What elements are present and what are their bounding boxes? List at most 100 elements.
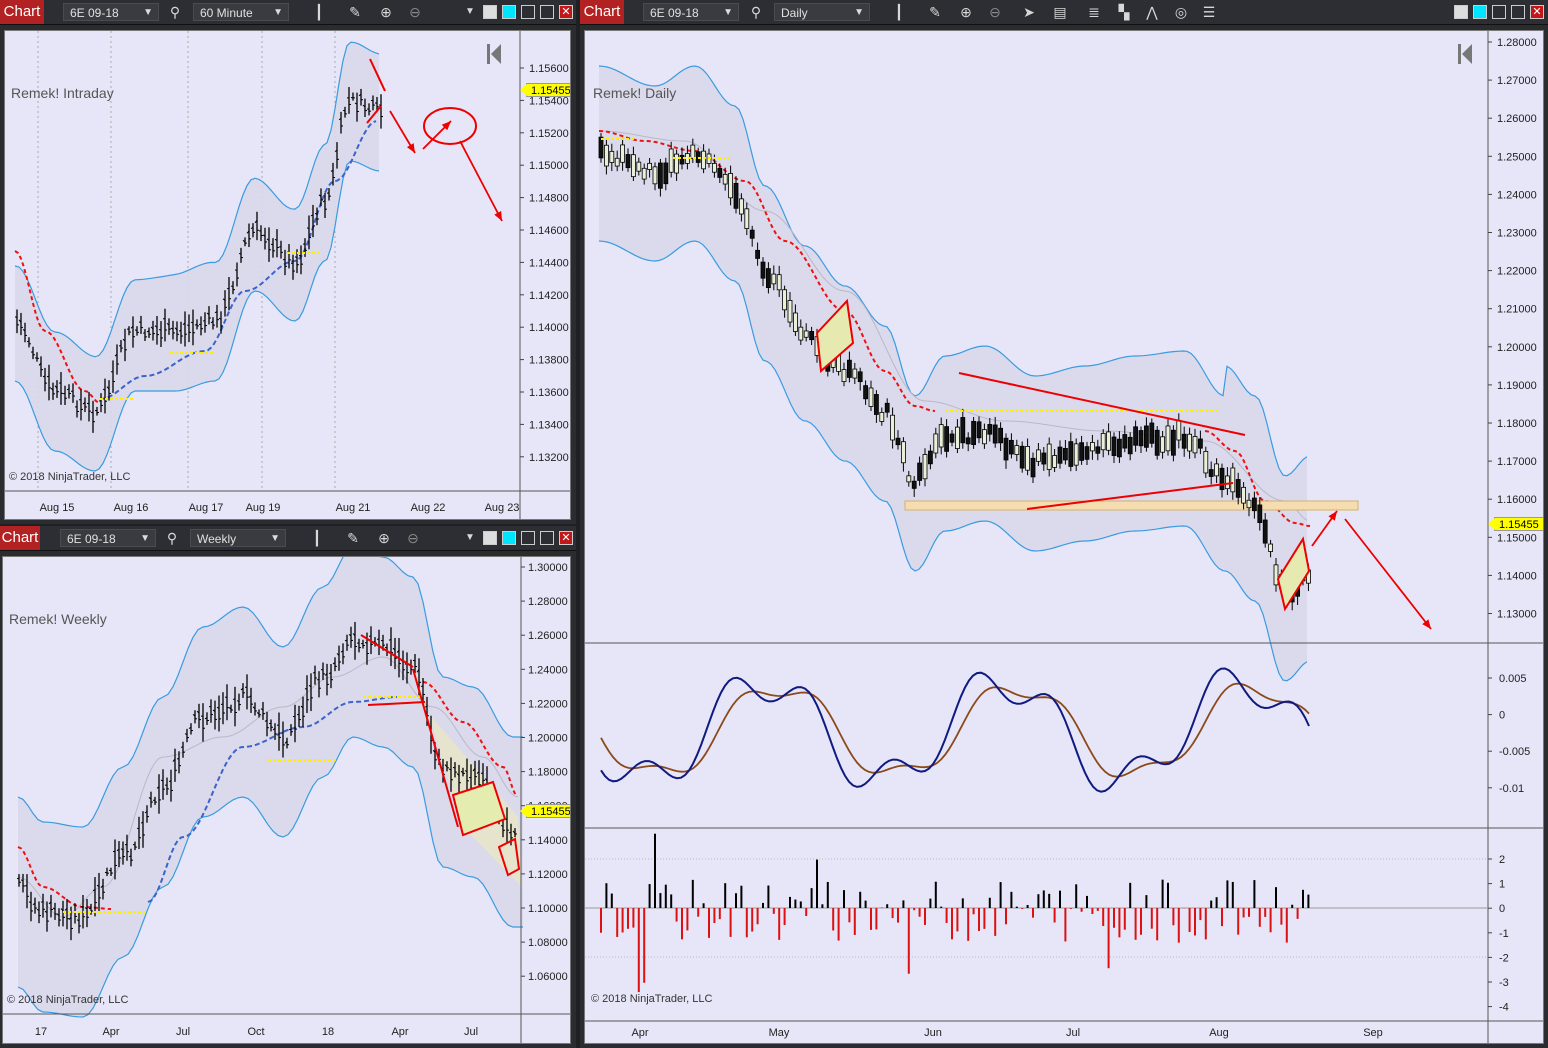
zoom-in-icon[interactable]: ⊕ xyxy=(957,3,975,21)
dropdown-arrow-icon[interactable]: ▼ xyxy=(461,3,479,21)
intraday-chart-tab[interactable]: Chart xyxy=(0,0,44,24)
candle-body xyxy=(965,437,971,445)
close-button[interactable]: ✕ xyxy=(559,531,573,545)
weekly-period-select[interactable]: Weekly ▼ xyxy=(190,529,286,547)
properties-list-icon[interactable]: ☰ xyxy=(1200,3,1218,21)
pointer-icon[interactable]: ➤ xyxy=(1020,3,1038,21)
chart-trader-icon[interactable]: ≣ xyxy=(1085,3,1103,21)
draw-pencil-icon[interactable]: ✎ xyxy=(346,3,364,21)
link-color-icon[interactable] xyxy=(483,531,497,545)
intraday-toolbar: Chart 6E 09-18 ▼ ⚲ 60 Minute ▼ ┃ ✎ ⊕ ⊖ ▼ ✕ xyxy=(0,0,576,25)
strategies-icon[interactable]: ◎ xyxy=(1172,3,1190,21)
search-icon[interactable]: ⚲ xyxy=(163,529,181,547)
zoom-in-icon[interactable]: ⊕ xyxy=(377,3,395,21)
candle-body xyxy=(1019,445,1025,469)
candle-body xyxy=(944,426,950,452)
candle-body xyxy=(1230,467,1236,493)
candle-body xyxy=(1073,443,1079,466)
candle-body xyxy=(1057,446,1063,464)
intraday-y-tick-label: 1.15600 xyxy=(529,63,569,75)
chevron-down-icon: ▼ xyxy=(270,533,280,544)
weekly-price-bar-open xyxy=(500,825,504,827)
draw-pencil-icon[interactable]: ✎ xyxy=(926,3,944,21)
link-color-cyan-icon[interactable] xyxy=(1473,5,1487,19)
candle-body xyxy=(712,162,717,173)
candle-body xyxy=(1219,467,1225,491)
candle-body xyxy=(971,420,977,446)
candle-body xyxy=(1030,457,1036,478)
weekly-toolbar: Chart 6E 09-18 ▼ ⚲ Weekly ▼ ┃ ✎ ⊕ ⊖ ▼ ✕ xyxy=(0,526,576,551)
minimize-button[interactable] xyxy=(521,531,535,545)
weekly-price-panel[interactable]: 1.30000 1.28000 1.26000 1.24000 1.22000 1.200… xyxy=(2,556,571,1044)
weekly-y-tick-label: 1.26000 xyxy=(528,630,568,642)
templates-icon[interactable]: ▚ xyxy=(1115,3,1133,21)
candle-body xyxy=(879,412,885,422)
candle-body xyxy=(809,331,815,341)
maximize-button[interactable] xyxy=(540,531,554,545)
weekly-y-tick-label: 1.30000 xyxy=(528,562,568,574)
intraday-period-select[interactable]: 60 Minute ▼ xyxy=(193,3,289,21)
intraday-copyright: © 2018 NinjaTrader, LLC xyxy=(9,471,131,483)
candle-body xyxy=(787,299,793,323)
link-color-icon[interactable] xyxy=(483,5,497,19)
intraday-instrument-select[interactable]: 6E 09-18 ▼ xyxy=(63,3,159,21)
draw-pencil-icon[interactable]: ✎ xyxy=(344,529,362,547)
daily-period-label: Daily xyxy=(781,6,808,20)
candle-body xyxy=(738,198,744,215)
minimize-button[interactable] xyxy=(1492,5,1506,19)
candle-body xyxy=(917,462,923,481)
intraday-x-tick-label: Aug 22 xyxy=(411,502,446,514)
weekly-y-tick-label: 1.06000 xyxy=(528,971,568,983)
close-button[interactable]: ✕ xyxy=(559,5,573,19)
candle-body xyxy=(1041,452,1047,465)
dropdown-arrow-icon[interactable]: ▼ xyxy=(461,529,479,547)
candle-body xyxy=(1100,433,1106,451)
daily-period-select[interactable]: Daily ▼ xyxy=(774,3,870,21)
search-icon[interactable]: ⚲ xyxy=(747,3,765,21)
weekly-price-bar-open xyxy=(128,855,132,858)
scroll-to-end-icon[interactable] xyxy=(486,43,502,65)
intraday-chart-window: Chart 6E 09-18 ▼ ⚲ 60 Minute ▼ ┃ ✎ ⊕ ⊖ ▼ ✕… xyxy=(0,0,576,524)
minimize-button[interactable] xyxy=(521,5,535,19)
zoom-out-icon[interactable]: ⊖ xyxy=(986,3,1004,21)
scroll-to-end-icon[interactable] xyxy=(1457,43,1473,65)
candle-body xyxy=(1068,441,1074,467)
intraday-y-tick-label: 1.13200 xyxy=(529,452,569,464)
daily-y-tick-label: 1.19000 xyxy=(1497,380,1537,392)
weekly-chart-tab[interactable]: Chart xyxy=(0,526,40,550)
maximize-button[interactable] xyxy=(1511,5,1525,19)
data-box-icon[interactable]: ▤ xyxy=(1051,3,1069,21)
bar-style-icon[interactable]: ┃ xyxy=(890,3,908,21)
link-color-icon[interactable] xyxy=(1454,5,1468,19)
bar-style-icon[interactable]: ┃ xyxy=(308,529,326,547)
link-color-cyan-icon[interactable] xyxy=(502,531,516,545)
weekly-price-bar-open xyxy=(176,757,180,760)
weekly-price-bar-open xyxy=(40,901,44,903)
weekly-price-bar-open xyxy=(16,877,20,880)
candle-body xyxy=(1138,430,1144,447)
link-color-cyan-icon[interactable] xyxy=(502,5,516,19)
search-icon[interactable]: ⚲ xyxy=(166,3,184,21)
candle-body xyxy=(760,261,766,279)
weekly-instrument-select[interactable]: 6E 09-18 ▼ xyxy=(60,529,156,547)
weekly-price-bar-open xyxy=(384,646,388,649)
bar-style-icon[interactable]: ┃ xyxy=(310,3,328,21)
candle-body xyxy=(900,441,906,464)
weekly-price-bar-open xyxy=(232,698,236,700)
zoom-out-icon[interactable]: ⊖ xyxy=(404,529,422,547)
maximize-button[interactable] xyxy=(540,5,554,19)
daily-instrument-select[interactable]: 6E 09-18 ▼ xyxy=(643,3,739,21)
zoom-out-icon[interactable]: ⊖ xyxy=(406,3,424,21)
candle-body xyxy=(701,150,706,170)
forecast-arrow xyxy=(459,140,503,222)
daily-chart-panel[interactable]: 1.28000 1.27000 1.26000 1.25000 1.24000 1.230… xyxy=(584,30,1544,1044)
weekly-x-tick-label: Jul xyxy=(464,1026,478,1038)
close-button[interactable]: ✕ xyxy=(1530,5,1544,19)
candle-body xyxy=(647,162,652,170)
daily-chart-tab[interactable]: Chart xyxy=(580,0,624,24)
indicators-icon[interactable]: ⋀ xyxy=(1143,3,1161,21)
candle-body xyxy=(911,480,917,489)
zoom-in-icon[interactable]: ⊕ xyxy=(375,529,393,547)
intraday-price-panel[interactable]: 1.15600 1.15400 1.15200 1.15000 1.14800 1.146… xyxy=(4,30,571,520)
daily-y-tick-label: 1.17000 xyxy=(1497,456,1537,468)
